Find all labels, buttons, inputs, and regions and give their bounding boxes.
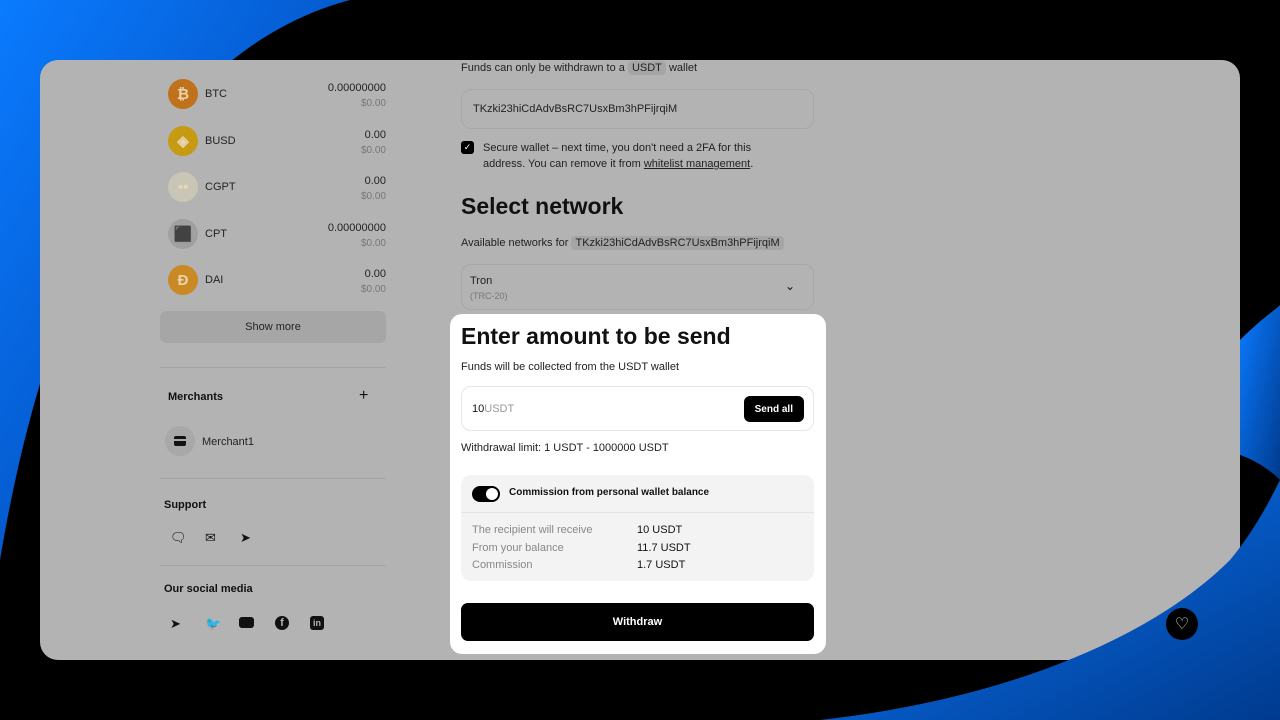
store-icon	[165, 426, 195, 456]
coin-symbol: DAI	[205, 274, 224, 286]
balance-value: 11.7 USDT	[637, 542, 691, 554]
available-networks: Available networks for TKzki23hiCdAdvBsR…	[461, 236, 784, 250]
balance-label: From your balance	[472, 542, 564, 554]
merchant-item[interactable]: Merchant1	[165, 426, 365, 456]
coin-symbol: CGPT	[205, 181, 236, 193]
support-title: Support	[164, 499, 207, 511]
commission-toggle-label: Commission from personal wallet balance	[509, 487, 710, 498]
telegram-icon[interactable]: ➤	[240, 530, 251, 546]
wallet-notice: Funds can only be withdrawn to a USDT wa…	[461, 61, 698, 75]
chevron-down-icon: ⌄	[784, 279, 795, 293]
withdraw-button[interactable]: Withdraw	[461, 603, 814, 641]
coin-usd: $0.00	[360, 144, 386, 156]
coin-usd: $0.00	[360, 284, 386, 295]
withdrawal-limit: Withdrawal limit: 1 USDT - 1000000 USDT	[461, 442, 669, 454]
amount-title: Enter amount to be send	[461, 323, 731, 349]
coin-usd: $0.00	[360, 191, 386, 202]
mail-icon[interactable]: ✉	[205, 530, 216, 546]
youtube-icon[interactable]	[239, 617, 254, 628]
divider	[160, 565, 386, 566]
commission-value: 1.7 USDT	[637, 559, 686, 571]
facebook-icon[interactable]: f	[275, 616, 289, 630]
whitelist-link[interactable]: whitelist management	[644, 158, 750, 170]
chat-icon[interactable]: 🗨	[170, 530, 187, 546]
coin-usd: $0.00	[360, 98, 386, 109]
coin-amount: 0.00	[364, 175, 386, 187]
social-title: Our social media	[164, 583, 253, 595]
dai-icon: Đ	[168, 265, 198, 295]
coin-usd: $0.00	[360, 237, 386, 249]
commission-box: Commission from personal wallet balance …	[461, 475, 814, 581]
merchant-name: Merchant1	[202, 436, 254, 448]
recipient-value: 10 USDT	[637, 524, 683, 536]
secure-wallet-checkbox[interactable]: ✓	[461, 141, 474, 154]
coin-amount: 0.00000000	[327, 221, 386, 234]
cgpt-icon: ••	[168, 172, 198, 202]
amount-card: Enter amount to be send Funds will be co…	[450, 314, 826, 654]
twitter-icon[interactable]: 🐦	[205, 616, 221, 632]
coin-amount: 0.00	[364, 128, 386, 141]
coin-row[interactable]: •• CGPT 0.00 $0.00	[168, 169, 386, 209]
send-all-button[interactable]: Send all	[743, 396, 804, 422]
divider	[160, 478, 386, 479]
coin-symbol: BUSD	[205, 134, 236, 147]
network-title: Select network	[461, 193, 624, 219]
coin-amount: 0.00	[364, 268, 386, 280]
coin-row[interactable]: ₿ BTC 0.00000000 $0.00	[168, 76, 386, 116]
linkedin-icon[interactable]: in	[310, 616, 324, 630]
favorite-heart-button[interactable]: ♡	[1166, 608, 1198, 640]
coin-amount: 0.00000000	[327, 82, 386, 94]
address-input[interactable]: TKzki23hiCdAdvBsRC7UsxBm3hPFijrqiM	[461, 89, 814, 129]
commission-label: Commission	[472, 559, 533, 571]
amount-input[interactable]: 10USDT Send all	[461, 386, 814, 431]
add-merchant-icon[interactable]: +	[359, 387, 368, 405]
secure-wallet-text: Secure wallet – next time, you don't nee…	[483, 142, 754, 170]
network-select[interactable]: Tron (TRC-20) ⌄	[461, 264, 814, 310]
divider	[160, 367, 386, 368]
recipient-label: The recipient will receive	[472, 524, 593, 536]
coin-symbol: BTC	[205, 88, 227, 100]
coin-row[interactable]: ⬛ CPT 0.00000000 $0.00	[168, 216, 386, 256]
coin-row[interactable]: Đ DAI 0.00 $0.00	[168, 262, 386, 302]
cube-icon: ⬛	[168, 218, 198, 249]
commission-toggle[interactable]	[472, 486, 500, 502]
busd-icon: ◈	[168, 125, 198, 156]
amount-subtitle: Funds will be collected from the USDT wa…	[461, 361, 680, 373]
telegram-icon[interactable]: ➤	[170, 616, 181, 632]
coin-symbol: CPT	[205, 227, 227, 240]
show-more-button[interactable]: Show more	[160, 311, 386, 343]
coin-row[interactable]: ◈ BUSD 0.00 $0.00	[168, 123, 386, 163]
merchants-title: Merchants	[168, 391, 224, 403]
bitcoin-icon: ₿	[168, 79, 198, 109]
